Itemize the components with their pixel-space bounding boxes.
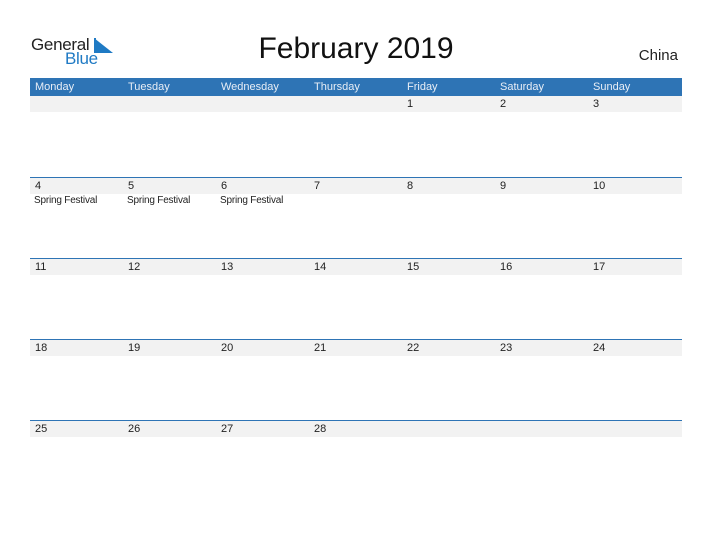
day-cell	[402, 421, 495, 501]
country-label: China	[638, 47, 678, 64]
weeks-container: 1 2 3 4 Spring Festival 5 Spring Festival 6 Spri…	[30, 96, 682, 501]
day-number: 18	[35, 342, 48, 354]
day-cell	[123, 96, 216, 176]
day-number: 8	[407, 180, 414, 192]
day-cell: 12	[123, 259, 216, 339]
day-number: 28	[314, 423, 327, 435]
day-number: 5	[128, 180, 135, 192]
day-cell: 25	[30, 421, 123, 501]
day-cell: 20	[216, 340, 309, 420]
day-number: 12	[128, 261, 141, 273]
day-cell: 16	[495, 259, 588, 339]
day-number: 19	[128, 342, 141, 354]
day-number: 10	[593, 180, 606, 192]
weekday-header: Monday Tuesday Wednesday Thursday Friday…	[30, 78, 682, 96]
day-number: 15	[407, 261, 420, 273]
day-cell: 10	[588, 178, 681, 258]
day-cell	[588, 421, 681, 501]
day-cell: 22	[402, 340, 495, 420]
weekday-thursday: Thursday	[314, 81, 360, 93]
holiday-label: Spring Festival	[220, 195, 284, 206]
day-number: 27	[221, 423, 234, 435]
day-cell	[216, 96, 309, 176]
day-number: 6	[221, 180, 228, 192]
calendar-grid: Monday Tuesday Wednesday Thursday Friday…	[30, 78, 682, 501]
day-cell	[495, 421, 588, 501]
day-cell: 3	[588, 96, 681, 176]
day-number: 26	[128, 423, 141, 435]
day-number: 13	[221, 261, 234, 273]
day-cell: 11	[30, 259, 123, 339]
day-number: 1	[407, 98, 414, 110]
day-number: 17	[593, 261, 606, 273]
week-row: 18 19 20 21 22 23 24	[30, 339, 682, 420]
day-cell: 14	[309, 259, 402, 339]
weekday-tuesday: Tuesday	[128, 81, 170, 93]
day-cell: 8	[402, 178, 495, 258]
day-number: 20	[221, 342, 234, 354]
week-row: 1 2 3	[30, 96, 682, 177]
week-row: 11 12 13 14 15 16 17	[30, 258, 682, 339]
weekday-friday: Friday	[407, 81, 438, 93]
day-cell: 24	[588, 340, 681, 420]
holiday-label: Spring Festival	[127, 195, 191, 206]
day-number: 7	[314, 180, 321, 192]
day-cell: 4 Spring Festival	[30, 178, 123, 258]
day-number: 11	[35, 261, 47, 273]
weekday-wednesday: Wednesday	[221, 81, 279, 93]
day-cell: 17	[588, 259, 681, 339]
weekday-saturday: Saturday	[500, 81, 545, 93]
day-cell: 9	[495, 178, 588, 258]
day-number: 4	[35, 180, 42, 192]
day-cell	[30, 96, 123, 176]
day-number: 3	[593, 98, 600, 110]
day-cell: 27	[216, 421, 309, 501]
day-number: 23	[500, 342, 513, 354]
day-cell: 19	[123, 340, 216, 420]
day-cell: 26	[123, 421, 216, 501]
page-title: February 2019	[258, 32, 454, 65]
day-cell: 6 Spring Festival	[216, 178, 309, 258]
day-cell: 13	[216, 259, 309, 339]
day-number: 22	[407, 342, 420, 354]
day-number: 16	[500, 261, 513, 273]
week-row: 25 26 27 28	[30, 420, 682, 501]
day-number: 9	[500, 180, 507, 192]
day-cell: 23	[495, 340, 588, 420]
day-number: 2	[500, 98, 507, 110]
weekday-monday: Monday	[35, 81, 75, 93]
day-cell	[309, 96, 402, 176]
day-cell: 28	[309, 421, 402, 501]
day-cell: 7	[309, 178, 402, 258]
weekday-sunday: Sunday	[593, 81, 631, 93]
day-cell: 21	[309, 340, 402, 420]
week-row: 4 Spring Festival 5 Spring Festival 6 Spring …	[30, 177, 682, 258]
day-number: 25	[35, 423, 48, 435]
holiday-label: Spring Festival	[34, 195, 98, 206]
day-cell: 1	[402, 96, 495, 176]
day-number: 24	[593, 342, 606, 354]
day-number: 14	[314, 261, 327, 273]
day-cell: 5 Spring Festival	[123, 178, 216, 258]
day-cell: 2	[495, 96, 588, 176]
day-cell: 18	[30, 340, 123, 420]
day-cell: 15	[402, 259, 495, 339]
day-number: 21	[314, 342, 327, 354]
